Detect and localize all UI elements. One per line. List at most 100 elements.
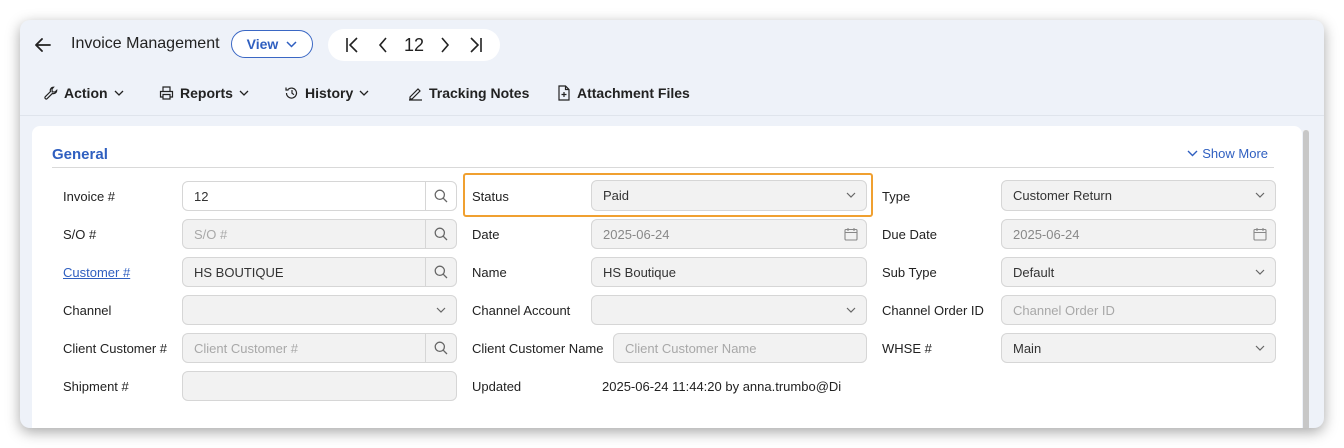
channel-order-id-label: Channel Order ID (882, 303, 984, 318)
view-dropdown-button[interactable]: View (231, 30, 313, 58)
chevron-down-icon (1255, 269, 1265, 275)
page-title: Invoice Management (71, 35, 220, 52)
record-pager: 12 (328, 29, 500, 61)
due-date-input[interactable]: 2025-06-24 (1001, 219, 1276, 249)
chevron-down-icon (436, 307, 446, 313)
whse-dropdown-toggle[interactable] (1245, 334, 1275, 362)
show-more-button[interactable]: Show More (1187, 146, 1268, 161)
action-menu-button[interactable]: Action (44, 82, 124, 104)
section-title-general: General (52, 146, 108, 163)
so-number-input[interactable]: S/O # (182, 219, 457, 249)
toolbar: Action Reports History Tracking Notes At… (20, 76, 1324, 112)
due-date-value: 2025-06-24 (1013, 226, 1080, 242)
chevron-down-icon (359, 90, 369, 96)
so-number-label: S/O # (63, 227, 97, 242)
reports-menu-button[interactable]: Reports (159, 82, 249, 104)
sub-type-label: Sub Type (882, 265, 937, 280)
sub-type-select[interactable]: Default (1001, 257, 1276, 287)
channel-account-label: Channel Account (472, 303, 571, 318)
name-value: HS Boutique (603, 264, 676, 280)
channel-account-select[interactable] (591, 295, 867, 325)
client-customer-search-button[interactable] (425, 334, 456, 362)
attachment-files-label: Attachment Files (577, 85, 690, 101)
customer-number-input[interactable]: HS BOUTIQUE (182, 257, 457, 287)
previous-record-button[interactable] (372, 34, 394, 56)
invoice-window: Invoice Management View 12 Action Report… (20, 20, 1324, 428)
status-dropdown-toggle[interactable] (836, 181, 866, 209)
channel-account-dropdown-toggle[interactable] (836, 296, 866, 324)
wrench-icon (44, 86, 58, 100)
whse-value: Main (1013, 340, 1042, 356)
invoice-search-button[interactable] (425, 182, 456, 210)
customer-number-link[interactable]: Customer # (63, 265, 130, 280)
show-more-label: Show More (1202, 146, 1268, 161)
due-date-picker-button[interactable] (1245, 220, 1275, 248)
customer-search-button[interactable] (425, 258, 456, 286)
name-label: Name (472, 265, 507, 280)
view-label: View (246, 36, 279, 52)
file-add-icon (558, 85, 570, 101)
channel-order-id-placeholder: Channel Order ID (1013, 302, 1115, 318)
client-customer-name-placeholder: Client Customer Name (625, 340, 757, 356)
type-value: Customer Return (1013, 188, 1112, 203)
status-value: Paid (603, 188, 630, 203)
updated-label: Updated (472, 379, 522, 394)
client-customer-label: Client Customer # (63, 341, 168, 356)
channel-label: Channel (63, 303, 112, 318)
chevron-down-icon (286, 40, 297, 48)
reports-label: Reports (180, 85, 233, 101)
date-picker-button[interactable] (836, 220, 866, 248)
client-customer-name-input[interactable]: Client Customer Name (613, 333, 867, 363)
sub-type-value: Default (1013, 264, 1055, 280)
scrollbar-thumb[interactable] (1303, 130, 1309, 428)
type-select[interactable]: Customer Return (1001, 180, 1276, 211)
so-search-button[interactable] (425, 220, 456, 248)
chevron-left-icon (379, 37, 387, 53)
chevron-down-icon (1255, 345, 1265, 351)
invoice-number-value: 12 (194, 188, 209, 204)
tracking-notes-button[interactable]: Tracking Notes (408, 82, 529, 104)
channel-dropdown-toggle[interactable] (426, 296, 456, 324)
whse-select[interactable]: Main (1001, 333, 1276, 363)
updated-value: 2025-06-24 11:44:20 by anna.trumbo@Di (602, 379, 842, 394)
last-record-button[interactable] (465, 34, 487, 56)
channel-order-id-input[interactable]: Channel Order ID (1001, 295, 1276, 325)
sub-type-dropdown-toggle[interactable] (1245, 258, 1275, 286)
type-dropdown-toggle[interactable] (1245, 181, 1275, 209)
due-date-label: Due Date (882, 227, 937, 242)
back-button[interactable] (32, 34, 54, 56)
toolbar-divider (20, 115, 1324, 116)
search-icon (434, 227, 448, 241)
date-input[interactable]: 2025-06-24 (591, 219, 867, 249)
first-record-button[interactable] (341, 34, 363, 56)
calendar-icon (1253, 228, 1267, 241)
last-page-icon (470, 37, 483, 53)
so-number-placeholder: S/O # (194, 226, 228, 242)
search-icon (434, 189, 448, 203)
history-menu-button[interactable]: History (284, 82, 369, 104)
type-label: Type (882, 189, 911, 204)
client-customer-input[interactable]: Client Customer # (182, 333, 457, 363)
invoice-number-input[interactable]: 12 (182, 181, 457, 211)
status-label: Status (472, 189, 509, 204)
action-label: Action (64, 85, 108, 101)
next-record-button[interactable] (434, 34, 456, 56)
attachment-files-button[interactable]: Attachment Files (557, 82, 690, 104)
shipment-label: Shipment # (63, 379, 129, 394)
client-customer-name-label: Client Customer Name (472, 341, 604, 356)
first-page-icon (345, 37, 358, 53)
whse-label: WHSE # (882, 341, 932, 356)
chevron-down-icon (1255, 192, 1265, 198)
chevron-down-icon (239, 90, 249, 96)
status-select[interactable]: Paid (591, 180, 867, 211)
printer-icon (159, 86, 174, 100)
chevron-down-icon (1187, 150, 1198, 157)
channel-select[interactable] (182, 295, 457, 325)
section-divider (52, 167, 1274, 168)
history-icon (285, 87, 298, 99)
name-input[interactable]: HS Boutique (591, 257, 867, 287)
history-label: History (305, 85, 354, 101)
shipment-input[interactable] (182, 371, 457, 401)
invoice-number-label: Invoice # (63, 189, 116, 204)
chevron-down-icon (846, 192, 856, 198)
